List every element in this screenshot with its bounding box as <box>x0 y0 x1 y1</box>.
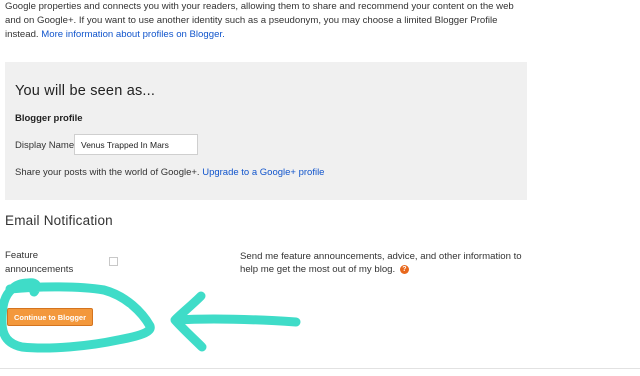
continue-to-blogger-button[interactable]: Continue to Blogger <box>7 308 93 326</box>
seen-as-heading: You will be seen as... <box>15 83 156 99</box>
share-line: Share your posts with the world of Googl… <box>15 167 324 178</box>
upgrade-google-plus-link[interactable]: Upgrade to a Google+ profile <box>202 167 324 178</box>
profiles-info-link[interactable]: More information about profiles on Blogg… <box>41 29 224 40</box>
bottom-divider <box>0 368 640 369</box>
display-name-field[interactable] <box>74 134 198 155</box>
intro-paragraph: Google properties and connects you with … <box>5 0 520 42</box>
display-name-label: Display Name <box>15 140 75 151</box>
feature-desc-text: Send me feature announcements, advice, a… <box>240 251 522 275</box>
profile-panel: You will be seen as... Blogger profile D… <box>5 62 527 200</box>
annotation-arrow-head <box>170 291 207 352</box>
profile-type-label: Blogger profile <box>15 113 83 124</box>
help-icon[interactable]: ? <box>399 264 409 274</box>
feature-announcements-description: Send me feature announcements, advice, a… <box>240 250 530 276</box>
feature-announcements-label: Feature announcements <box>5 250 74 275</box>
annotation-arrow-shaft <box>171 314 301 327</box>
feature-announcements-checkbox[interactable] <box>109 257 118 266</box>
email-notification-heading: Email Notification <box>5 213 113 228</box>
share-text: Share your posts with the world of Googl… <box>15 167 203 178</box>
